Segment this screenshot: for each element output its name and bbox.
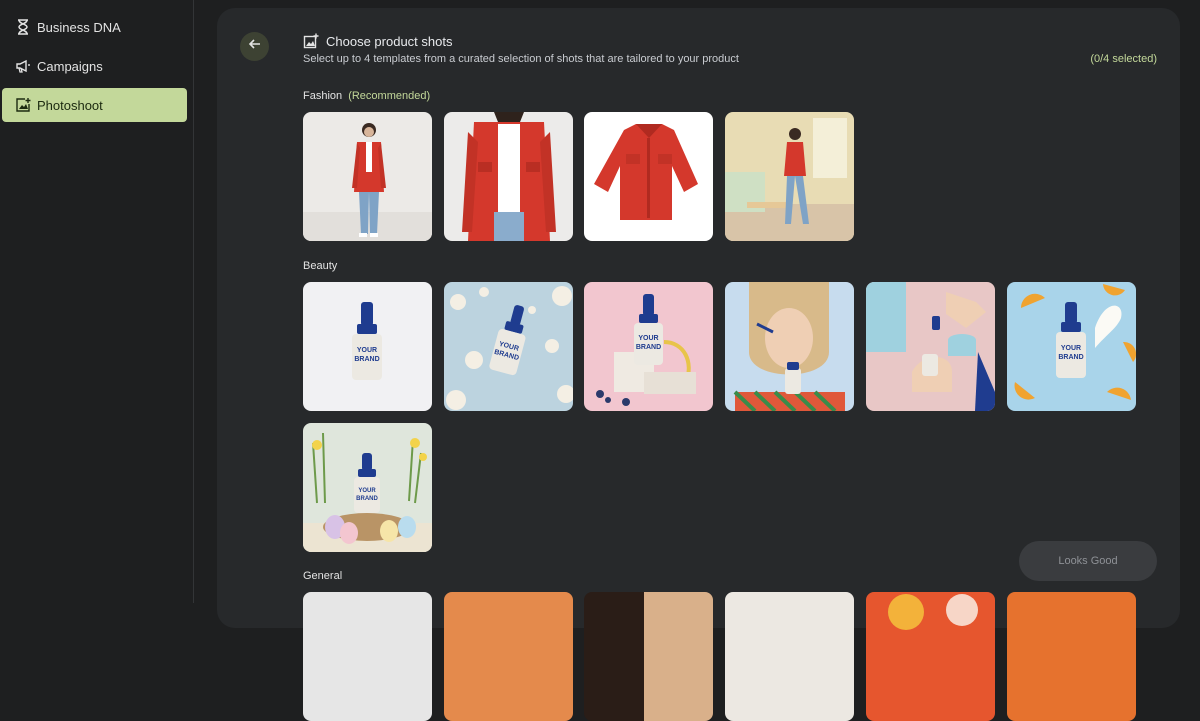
section-title: General <box>303 570 343 582</box>
template-thumbnail-beauty-2[interactable]: YOUR BRAND <box>444 282 573 411</box>
bottle-brand-line2: BRAND <box>354 356 379 363</box>
bottle-brand-line1: YOUR <box>358 488 376 494</box>
template-thumbnail-fashion-4[interactable] <box>725 112 854 241</box>
photoshoot-panel: Choose product shots Select up to 4 temp… <box>217 8 1180 721</box>
template-thumbnail-beauty-1[interactable]: YOUR BRAND <box>303 282 432 411</box>
template-thumbnail-beauty-7[interactable]: YOUR BRAND <box>303 423 432 552</box>
section-title: Beauty <box>303 260 338 272</box>
template-thumbnail-general-2[interactable] <box>444 592 573 721</box>
template-thumbnail-general-4[interactable] <box>725 592 854 721</box>
sidebar-item-label: Photoshoot <box>37 97 103 113</box>
sidebar: Business DNA Campaigns Photoshoot <box>0 0 194 603</box>
template-thumbnail-beauty-4[interactable] <box>725 282 854 411</box>
page-title-text: Choose product shots <box>326 33 453 49</box>
megaphone-icon <box>15 58 31 74</box>
arrow-back-icon <box>248 37 262 56</box>
template-thumbnail-general-5[interactable] <box>866 592 995 721</box>
bottle-brand-line2: BRAND <box>636 344 661 351</box>
section-label-fashion: Fashion (Recommended) <box>303 90 430 102</box>
template-thumbnail-fashion-1[interactable] <box>303 112 432 241</box>
template-thumbnail-fashion-2[interactable] <box>444 112 573 241</box>
add-photo-icon <box>15 97 31 113</box>
section-label-general: General <box>303 570 342 582</box>
page-subtitle: Select up to 4 templates from a curated … <box>303 53 739 65</box>
template-thumbnail-general-3[interactable] <box>584 592 713 721</box>
bottle-brand-line2: BRAND <box>356 496 378 502</box>
template-thumbnail-beauty-6[interactable]: YOUR BRAND <box>1007 282 1136 411</box>
section-title: Fashion <box>303 90 343 102</box>
template-thumbnail-beauty-3[interactable]: YOUR BRAND <box>584 282 713 411</box>
bottle-brand-line1: YOUR <box>638 335 658 342</box>
recommended-badge: (Recommended) <box>348 90 431 102</box>
back-button[interactable] <box>240 32 269 61</box>
page-title: Choose product shots <box>303 33 452 49</box>
add-photo-icon <box>303 33 319 49</box>
bottle-brand-line2: BRAND <box>1058 354 1083 361</box>
template-thumbnail-general-6[interactable] <box>1007 592 1136 721</box>
bottle-brand-line1: YOUR <box>357 347 377 354</box>
template-thumbnail-general-1[interactable] <box>303 592 432 721</box>
section-label-beauty: Beauty <box>303 260 337 272</box>
selection-counter: (0/4 selected) <box>1090 53 1157 65</box>
sidebar-item-label: Business DNA <box>37 19 121 35</box>
template-thumbnail-beauty-5[interactable] <box>866 282 995 411</box>
template-thumbnail-fashion-3[interactable] <box>584 112 713 241</box>
sidebar-item-label: Campaigns <box>37 58 103 74</box>
looks-good-button[interactable]: Looks Good <box>1019 541 1157 581</box>
bottle-brand-line1: YOUR <box>1061 345 1081 352</box>
sidebar-item-campaigns[interactable]: Campaigns <box>2 49 187 83</box>
sidebar-item-business-dna[interactable]: Business DNA <box>2 10 187 44</box>
hourglass-icon <box>15 19 31 35</box>
sidebar-item-photoshoot[interactable]: Photoshoot <box>2 88 187 122</box>
